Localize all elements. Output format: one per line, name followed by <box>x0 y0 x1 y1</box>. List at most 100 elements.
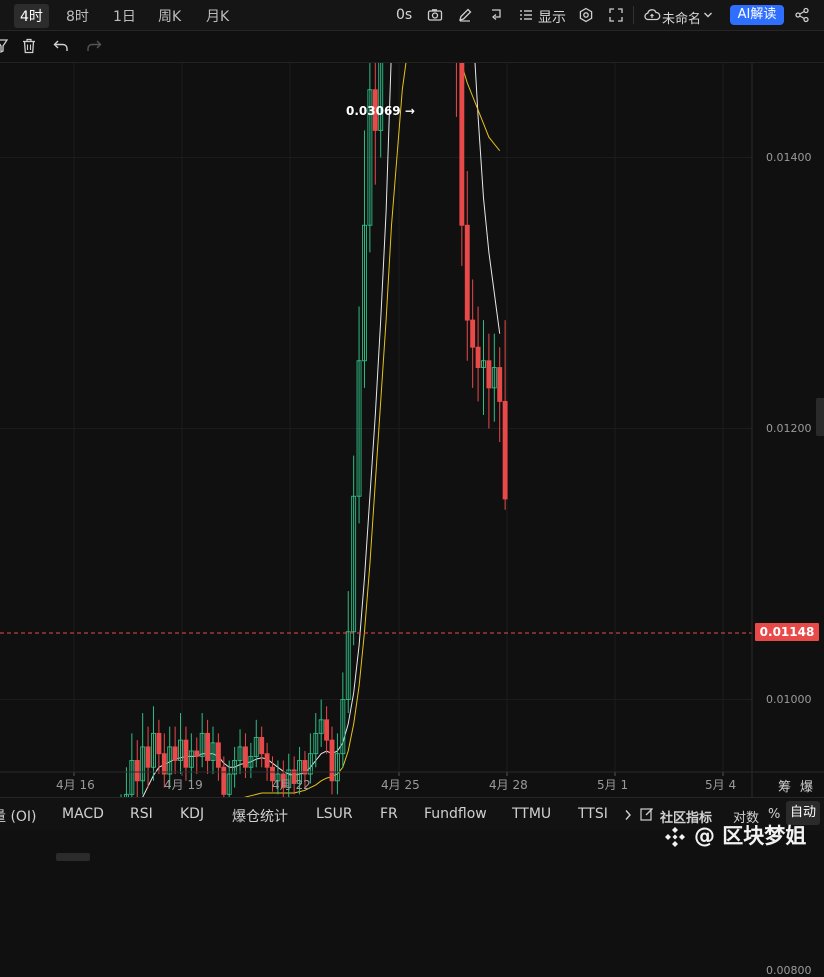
edit-icon[interactable] <box>640 807 654 821</box>
liquidation-label[interactable]: 爆 <box>800 776 813 795</box>
timeframe-1d[interactable]: 1日 <box>113 6 136 26</box>
candle <box>129 733 135 797</box>
chart-grid <box>0 63 752 776</box>
price-tick-label: 0.01000 <box>766 692 812 706</box>
candle <box>329 726 335 795</box>
ai-interpret-button[interactable]: AI解读 <box>730 5 784 25</box>
settings-icon[interactable] <box>578 7 594 23</box>
indicator-ttmu[interactable]: TTMU <box>512 806 551 822</box>
indicator-fundflow[interactable]: Fundflow <box>424 806 487 822</box>
toolbar-divider <box>633 6 634 24</box>
side-panel-toggle[interactable] <box>816 398 824 436</box>
time-tick-label: 4月 28 <box>489 778 528 792</box>
candle <box>205 719 211 775</box>
binance-logo-icon <box>665 827 685 847</box>
candle <box>151 706 156 781</box>
layout-name[interactable]: 未命名 <box>662 8 701 27</box>
indicator-ttsi[interactable]: TTSI <box>578 806 608 822</box>
candle-body <box>329 739 335 782</box>
candle <box>215 733 221 781</box>
candle-body <box>259 736 265 755</box>
candle-body <box>183 739 189 768</box>
indicator-lsur[interactable]: LSUR <box>316 806 353 822</box>
timeframe-week[interactable]: 周K <box>158 6 181 26</box>
candle <box>242 733 248 779</box>
top-toolbar: 4时 8时 1日 周K 月K 0s 显示 未命名 AI解读 <box>0 0 824 31</box>
fullscreen-icon[interactable] <box>608 7 624 23</box>
candle-body <box>156 732 162 755</box>
price-chart[interactable] <box>0 63 824 797</box>
candle-body <box>486 360 492 389</box>
candle-body <box>502 400 508 500</box>
candle <box>199 713 205 768</box>
candle <box>497 347 503 443</box>
redo-icon[interactable] <box>86 39 102 53</box>
timeframe-4h[interactable]: 4时 <box>14 4 49 28</box>
candle <box>221 756 227 797</box>
chevron-down-icon[interactable] <box>703 10 713 20</box>
price-tick-label: 0.00800 <box>766 963 812 977</box>
indicator-oi[interactable]: 量 (OI) <box>0 806 37 826</box>
candle <box>475 306 481 402</box>
candles <box>120 63 508 797</box>
candle <box>455 63 457 117</box>
countdown-button[interactable]: 0s <box>396 7 412 23</box>
candle <box>356 306 362 524</box>
ma-fast-line <box>142 63 501 797</box>
time-tick-label: 4月 25 <box>381 778 420 792</box>
indicator-kdj[interactable]: KDJ <box>180 806 204 822</box>
indicator-macd[interactable]: MACD <box>62 806 104 822</box>
time-tick-label: 4月 19 <box>164 778 203 792</box>
time-tick-label: 5月 4 <box>705 778 737 792</box>
watermark-text: @ 区块梦姐 <box>694 824 807 848</box>
ma-slow-line <box>243 63 501 797</box>
camera-icon[interactable] <box>427 7 443 23</box>
list-icon[interactable] <box>519 8 533 22</box>
candle <box>194 737 200 775</box>
pencil-icon[interactable] <box>457 7 473 23</box>
candle <box>464 171 470 361</box>
timeframe-month[interactable]: 月K <box>206 6 229 26</box>
candle-body <box>264 753 270 768</box>
candle <box>264 742 270 781</box>
timeframe-8h[interactable]: 8时 <box>66 6 89 26</box>
trash-icon[interactable] <box>22 38 36 54</box>
candle-body <box>172 746 178 761</box>
candle <box>481 320 486 415</box>
moving-average-lines <box>142 63 501 797</box>
candle-body <box>205 732 211 761</box>
drawing-toolbar <box>0 30 824 63</box>
indicator-fr[interactable]: FR <box>380 806 398 822</box>
candle-body <box>324 719 330 741</box>
cloud-icon[interactable] <box>643 7 661 23</box>
price-tick-label: 0.01200 <box>766 421 812 435</box>
replay-icon[interactable] <box>488 7 504 23</box>
candle <box>362 130 367 388</box>
time-tick-label: 4月 22 <box>272 778 311 792</box>
chevron-right-icon[interactable] <box>624 809 632 821</box>
candlestick-chart[interactable] <box>0 63 824 797</box>
candle-body <box>497 367 503 402</box>
candle-body <box>242 746 248 768</box>
candle <box>340 672 346 768</box>
time-tick-label: 5月 1 <box>597 778 629 792</box>
candle <box>140 713 146 795</box>
indicator-liquidation-stats[interactable]: 爆仓统计 <box>232 806 288 826</box>
undo-icon[interactable] <box>53 39 69 53</box>
panel-resize-handle[interactable] <box>56 853 90 861</box>
candle <box>334 733 340 795</box>
candle-body <box>459 63 465 226</box>
candle-body <box>215 742 221 768</box>
filter-icon[interactable] <box>0 38 8 54</box>
candle <box>188 733 194 781</box>
candle-body <box>161 753 167 775</box>
display-button[interactable]: 显示 <box>538 7 566 27</box>
candle <box>470 279 476 388</box>
candle <box>372 63 378 185</box>
candle <box>172 726 178 775</box>
arrow-right-icon: → <box>404 104 415 118</box>
share-icon[interactable] <box>794 7 810 23</box>
price-tick-label: 0.01400 <box>766 150 812 164</box>
chip-distribution-label[interactable]: 筹 <box>778 776 791 795</box>
indicator-rsi[interactable]: RSI <box>130 806 153 822</box>
